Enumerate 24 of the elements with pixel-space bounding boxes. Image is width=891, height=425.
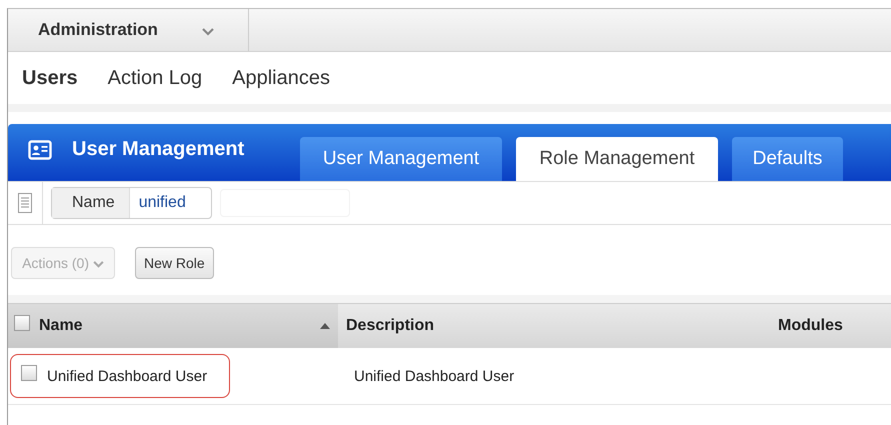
nav-link[interactable]: Appliances — [232, 66, 330, 90]
page-title: User Management — [72, 138, 244, 161]
tab[interactable]: User Management — [300, 137, 502, 181]
filter-value: unified — [138, 193, 187, 213]
table-cell: Unified Dashboard User — [354, 368, 514, 384]
filter-chip[interactable]: Name unified — [51, 187, 212, 219]
column-header[interactable]: Modules — [770, 304, 843, 348]
nav-link[interactable]: Users — [22, 66, 78, 90]
column-header[interactable]: Name — [8, 304, 338, 348]
sort-up-icon[interactable] — [320, 323, 330, 329]
new-role-button[interactable]: New Role — [135, 247, 214, 279]
filter-label: Name — [52, 188, 130, 218]
list-icon[interactable] — [18, 193, 32, 213]
checkbox[interactable] — [21, 365, 37, 381]
table-cell: Unified Dashboard User — [47, 368, 208, 384]
column-header[interactable]: Description — [338, 304, 770, 348]
checkbox[interactable] — [14, 315, 30, 331]
module-dropdown[interactable]: Administration — [8, 9, 249, 51]
nav-link[interactable]: Action Log — [108, 66, 202, 90]
caret-icon — [92, 261, 104, 268]
tab[interactable]: Defaults — [732, 137, 843, 181]
id-card-icon — [28, 140, 52, 160]
chevron-icon — [202, 28, 214, 36]
tab[interactable]: Role Management — [516, 137, 718, 181]
